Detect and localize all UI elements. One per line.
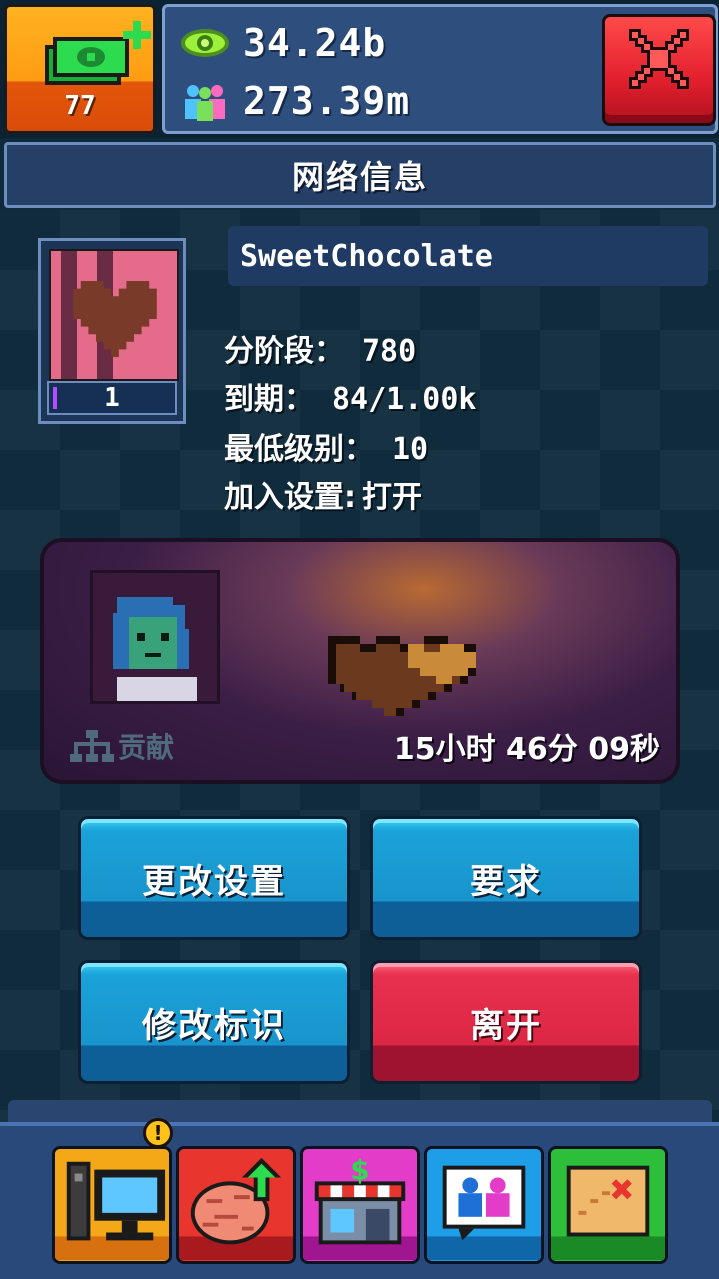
views-value: 34.24b [243,21,387,65]
handshake-icon [328,636,476,716]
info-expiry: 到期： 84/1.00k [224,374,477,418]
info-join-setting-value: 打开 [362,480,422,515]
info-join-setting: 加入设置: 打开 [224,472,422,516]
close-button[interactable] [602,14,716,126]
nav-computer-button[interactable] [52,1146,172,1264]
shop-icon: $ [303,1149,417,1261]
cash-count: 77 [64,91,96,121]
close-icon [629,29,689,89]
change-settings-button[interactable]: 更改设置 [78,816,350,940]
network-logo-art [49,249,179,381]
avatar-icon [93,573,217,701]
nav-social-button[interactable] [424,1146,544,1264]
social-icon [427,1149,541,1261]
bottom-nav: $ [0,1122,719,1279]
info-tier-label: 分阶段： [224,334,344,369]
top-bar: 77 34.24b 273.39m [0,0,719,138]
info-expiry-value: 84/1.00k [332,382,477,417]
info-min-level-label: 最低级别： [224,432,374,467]
followers-icon [185,85,225,121]
followers-value: 273.39m [243,79,411,123]
info-join-setting-label: 加入设置: [224,480,356,515]
info-min-level-value: 10 [392,432,429,467]
network-logo[interactable]: 1 [38,238,186,424]
info-min-level: 最低级别： 10 [224,424,428,468]
requirements-button[interactable]: 要求 [370,816,642,940]
brain-upgrade-icon [179,1149,293,1261]
contribution-label-text: 贡献 [118,731,175,764]
member-avatar [90,570,220,704]
eye-icon [181,29,229,57]
nav-map-button[interactable] [548,1146,668,1264]
info-expiry-label: 到期： [224,382,314,417]
svg-text:$: $ [350,1154,369,1186]
contribution-panel[interactable]: 贡献 15小时 46分 09秒 [40,538,680,784]
nav-upgrades-button[interactable] [176,1146,296,1264]
contribution-timer: 15小时 46分 09秒 [393,732,660,767]
map-icon [551,1149,665,1261]
followers-row: 273.39m [179,79,410,123]
info-tier: 分阶段： 780 [224,326,416,370]
money-icon [45,21,151,85]
org-chart-icon [70,730,114,762]
edit-logo-button[interactable]: 修改标识 [78,960,350,1084]
heart-icon [73,281,157,357]
network-name: SweetChocolate [228,226,708,286]
nav-shop-button[interactable]: $ [300,1146,420,1264]
contribution-label: 贡献 [70,726,174,766]
info-tier-value: 780 [362,334,417,369]
cash-button[interactable]: 77 [4,4,156,134]
network-level: 1 [47,381,177,415]
page-title-bar: 网络信息 [4,142,716,208]
page-title: 网络信息 [291,158,428,196]
alert-badge: ! [143,1118,173,1148]
views-row: 34.24b [179,21,386,65]
computer-icon [55,1149,169,1261]
leave-button[interactable]: 离开 [370,960,642,1084]
